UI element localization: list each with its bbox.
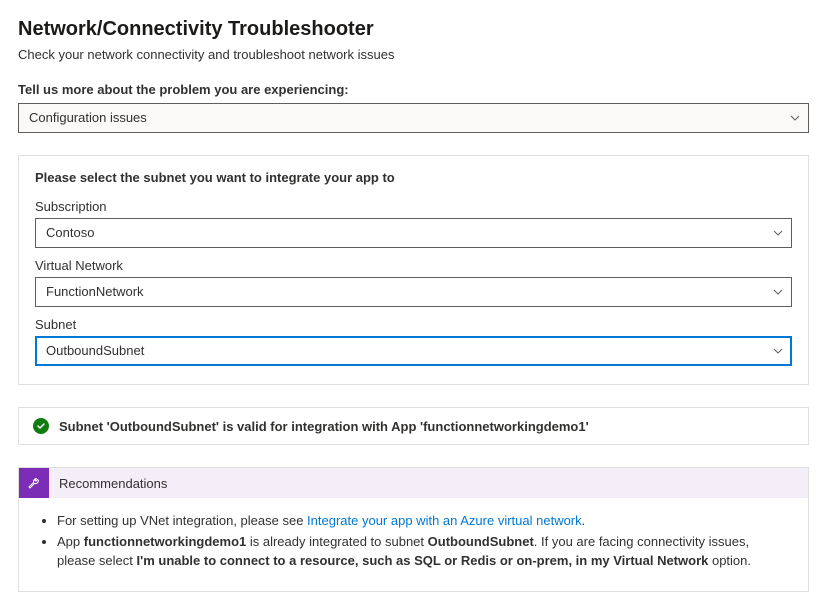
subscription-label: Subscription (35, 199, 792, 214)
validation-panel: Subnet 'OutboundSubnet' is valid for int… (18, 407, 809, 445)
rec-text: . (582, 513, 586, 528)
subnet-label: Subnet (35, 317, 792, 332)
vnet-integration-link[interactable]: Integrate your app with an Azure virtual… (307, 513, 582, 528)
problem-select[interactable]: Configuration issues (18, 103, 809, 133)
subnet-name: OutboundSubnet (428, 534, 534, 549)
validation-message: Subnet 'OutboundSubnet' is valid for int… (59, 419, 589, 434)
subnet-panel: Please select the subnet you want to int… (18, 155, 809, 385)
wrench-icon (19, 468, 49, 498)
virtual-network-select[interactable]: FunctionNetwork (35, 277, 792, 307)
recommendations-body: For setting up VNet integration, please … (19, 498, 808, 591)
rec-text: App (57, 534, 84, 549)
problem-prompt-label: Tell us more about the problem you are e… (18, 82, 809, 97)
option-name: I'm unable to connect to a resource, suc… (137, 553, 709, 568)
subscription-select[interactable]: Contoso (35, 218, 792, 248)
page-subtitle: Check your network connectivity and trou… (18, 47, 809, 62)
subnet-panel-title: Please select the subnet you want to int… (35, 170, 792, 185)
page-title: Network/Connectivity Troubleshooter (18, 18, 809, 41)
rec-text: For setting up VNet integration, please … (57, 513, 307, 528)
recommendations-title: Recommendations (59, 476, 167, 491)
recommendation-item: App functionnetworkingdemo1 is already i… (57, 533, 790, 571)
recommendations-panel: Recommendations For setting up VNet inte… (18, 467, 809, 592)
subnet-select[interactable]: OutboundSubnet (35, 336, 792, 366)
recommendation-item: For setting up VNet integration, please … (57, 512, 790, 531)
recommendations-header: Recommendations (19, 468, 808, 498)
success-check-icon (33, 418, 49, 434)
rec-text: is already integrated to subnet (246, 534, 427, 549)
rec-text: option. (708, 553, 751, 568)
app-name: functionnetworkingdemo1 (84, 534, 247, 549)
virtual-network-label: Virtual Network (35, 258, 792, 273)
